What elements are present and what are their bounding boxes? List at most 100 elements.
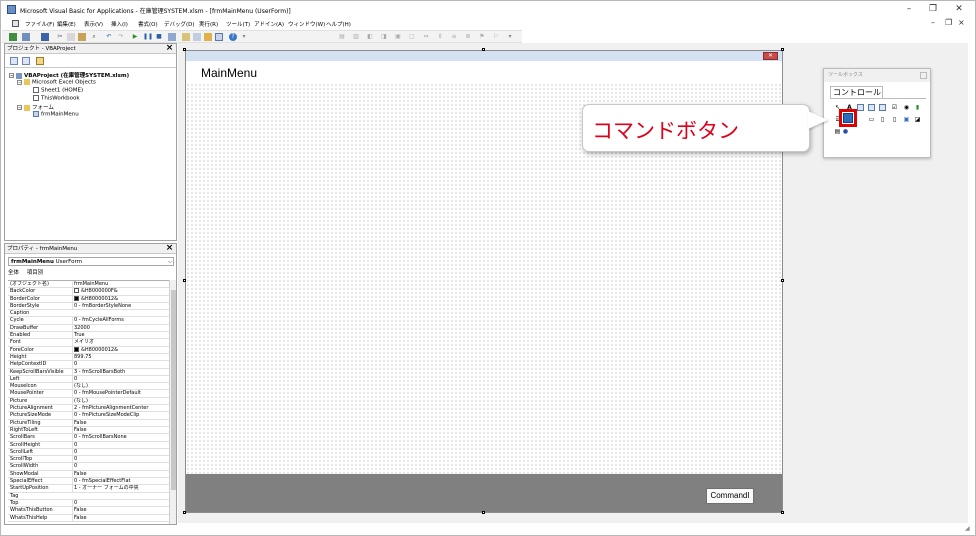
property-row[interactable]: StartUpPosition 1 - オーナー フォームの中央 [8, 485, 169, 493]
object-selector[interactable]: frmMainMenu UserForm ⌵ [8, 257, 174, 266]
resize-handle-s[interactable] [482, 511, 485, 514]
tab-controls[interactable]: コントロール [830, 86, 883, 98]
cut-icon[interactable]: ✂ [56, 33, 64, 41]
menu-format[interactable]: 書式(O) [138, 20, 158, 28]
property-row[interactable]: WhatsThisButton False [8, 507, 169, 515]
insert-userform-icon[interactable] [22, 33, 30, 41]
form-footer-panel[interactable]: CommandI [186, 474, 782, 512]
properties-window-icon[interactable] [193, 33, 201, 41]
bookmark-icon[interactable]: ⚑ [478, 33, 486, 41]
align-icon[interactable]: ▤ [338, 33, 346, 41]
property-value[interactable]: False [72, 514, 169, 521]
scrollbar-tool-icon[interactable]: ▯ [891, 116, 898, 123]
property-row[interactable]: KeepScrollBarsVisible 3 - fmScrollBarsBot… [8, 368, 169, 376]
property-row[interactable]: RightToLeft False [8, 426, 169, 435]
same-width-icon[interactable]: ⇔ [422, 33, 430, 41]
restore-button[interactable]: ❐ [922, 2, 944, 16]
find-icon[interactable]: ⌕ [90, 33, 98, 41]
next-bookmark-icon[interactable]: ⚐ [492, 33, 500, 41]
property-value[interactable]: 0 [72, 463, 169, 470]
property-value[interactable]: 899.75 [72, 353, 169, 361]
paste-icon[interactable] [78, 33, 86, 41]
menu-file[interactable]: ファイル(F) [25, 20, 54, 28]
tree-node-thisworkbook[interactable]: ThisWorkbook [33, 95, 80, 102]
menu-insert[interactable]: 挿入(I) [111, 20, 128, 28]
togglebutton-tool-icon[interactable]: ▮ [914, 104, 921, 111]
undo-icon[interactable]: ↶ [105, 33, 113, 41]
refedit-tool-icon[interactable]: ▤ [834, 128, 841, 135]
property-row[interactable]: Left 0 [8, 375, 169, 384]
property-row[interactable]: BorderStyle 0 - fmBorderStyleNone [8, 302, 169, 311]
tabstrip-tool-icon[interactable]: ▭ [868, 116, 875, 123]
property-row[interactable]: ShowModal False [8, 470, 169, 479]
group-icon[interactable]: ▣ [394, 33, 402, 41]
checkbox-tool-icon[interactable]: ☑ [891, 104, 898, 111]
property-row[interactable]: Height 899.75 [8, 353, 169, 362]
property-row[interactable]: MouseIcon (なし) [8, 383, 169, 391]
toggle-folders-icon[interactable] [36, 57, 44, 65]
property-row[interactable]: MousePointer 0 - fmMousePointerDefault [8, 390, 169, 398]
tree-node-sheet1[interactable]: Sheet1 (HOME) [33, 87, 83, 94]
property-value[interactable]: False [72, 507, 169, 514]
property-row[interactable]: Cycle 0 - fmCycleAllForms [8, 317, 169, 325]
minimize-button[interactable]: – [898, 2, 920, 16]
project-close-button[interactable]: × [165, 44, 174, 53]
property-row[interactable]: Enabled True [8, 332, 169, 340]
property-row[interactable]: PictureTiling False [8, 419, 169, 427]
bring-front-icon[interactable]: ◧ [366, 33, 374, 41]
resize-handle-nw[interactable] [183, 48, 186, 51]
property-value[interactable]: False [72, 426, 169, 434]
property-value[interactable]: True [72, 332, 169, 339]
spinbutton-tool-icon[interactable]: ▣ [903, 116, 910, 123]
textbox-tool-icon[interactable] [857, 104, 864, 111]
menu-help[interactable]: ヘルプ(H) [326, 20, 351, 28]
property-value[interactable]: 0 [72, 499, 169, 507]
tree-node-frmmainmenu[interactable]: frmMainMenu [33, 111, 79, 118]
property-row[interactable]: ScrollBars 0 - fmScrollBarsNone [8, 434, 169, 442]
property-value[interactable]: 0 - fmCycleAllForms [72, 317, 169, 324]
collapse-icon[interactable]: − [17, 79, 22, 85]
property-value[interactable]: 2 - fmPictureAlignmentCenter [72, 405, 169, 412]
property-value[interactable]: 0 [72, 441, 169, 449]
command-button[interactable]: CommandI [706, 488, 754, 504]
tree-node-forms[interactable]: − フォーム [17, 103, 54, 111]
image-tool-icon[interactable]: ◪ [914, 116, 921, 123]
property-value[interactable]: 0 [72, 375, 169, 383]
property-value[interactable]: 0 - fmBorderStyleNone [72, 302, 169, 310]
property-row[interactable]: ScrollLeft 0 [8, 448, 169, 457]
excel-view-icon[interactable] [9, 33, 17, 41]
center-icon[interactable]: ▥ [352, 33, 360, 41]
property-row[interactable]: Tag [8, 493, 169, 500]
property-row[interactable]: ForeColor &H80000012& [8, 346, 169, 354]
menu-edit[interactable]: 編集(E) [57, 20, 76, 28]
resize-handle-sw[interactable] [183, 511, 186, 514]
multipage-tool-icon[interactable]: ▯ [879, 116, 886, 123]
mdi-restore-button[interactable]: ❐ [945, 18, 952, 27]
toolbox-toggle-icon[interactable] [215, 33, 223, 41]
ungroup-icon[interactable]: ▢ [408, 33, 416, 41]
listbox-tool-icon[interactable] [879, 104, 886, 111]
collapse-icon[interactable]: − [17, 105, 22, 110]
property-row[interactable]: SpecialEffect 0 - fmSpecialEffectFlat [8, 478, 169, 486]
property-value[interactable]: 0 - fmPictureSizeModeClip [72, 412, 169, 419]
copy-icon[interactable] [67, 33, 75, 41]
tree-node-vbaproject[interactable]: − VBAProject (在庫管理SYSTEM.xlsm) [9, 71, 129, 79]
menu-debug[interactable]: デバッグ(D) [164, 20, 195, 28]
project-explorer-icon[interactable] [182, 33, 190, 41]
break-icon[interactable]: ❚❚ [143, 33, 153, 41]
send-back-icon[interactable]: ◨ [380, 33, 388, 41]
combobox-tool-icon[interactable] [868, 104, 875, 111]
menu-addins[interactable]: アドイン(A) [254, 20, 284, 28]
extra-control-icon[interactable]: ● [842, 128, 849, 135]
mdi-minimize-button[interactable]: – [931, 18, 935, 27]
design-mode-icon[interactable] [168, 33, 176, 41]
view-object-icon[interactable] [22, 57, 30, 65]
property-value[interactable]: False [72, 470, 169, 478]
property-row[interactable]: DrawBuffer 32000 [8, 324, 169, 333]
properties-close-button[interactable]: × [165, 244, 174, 253]
menu-run[interactable]: 実行(R) [199, 20, 218, 28]
property-row[interactable]: WhatsThisHelp False [8, 514, 169, 522]
property-value[interactable]: 32000 [72, 324, 169, 332]
comment-icon[interactable]: ≡ [450, 33, 458, 41]
resize-handle-w[interactable] [183, 279, 186, 282]
